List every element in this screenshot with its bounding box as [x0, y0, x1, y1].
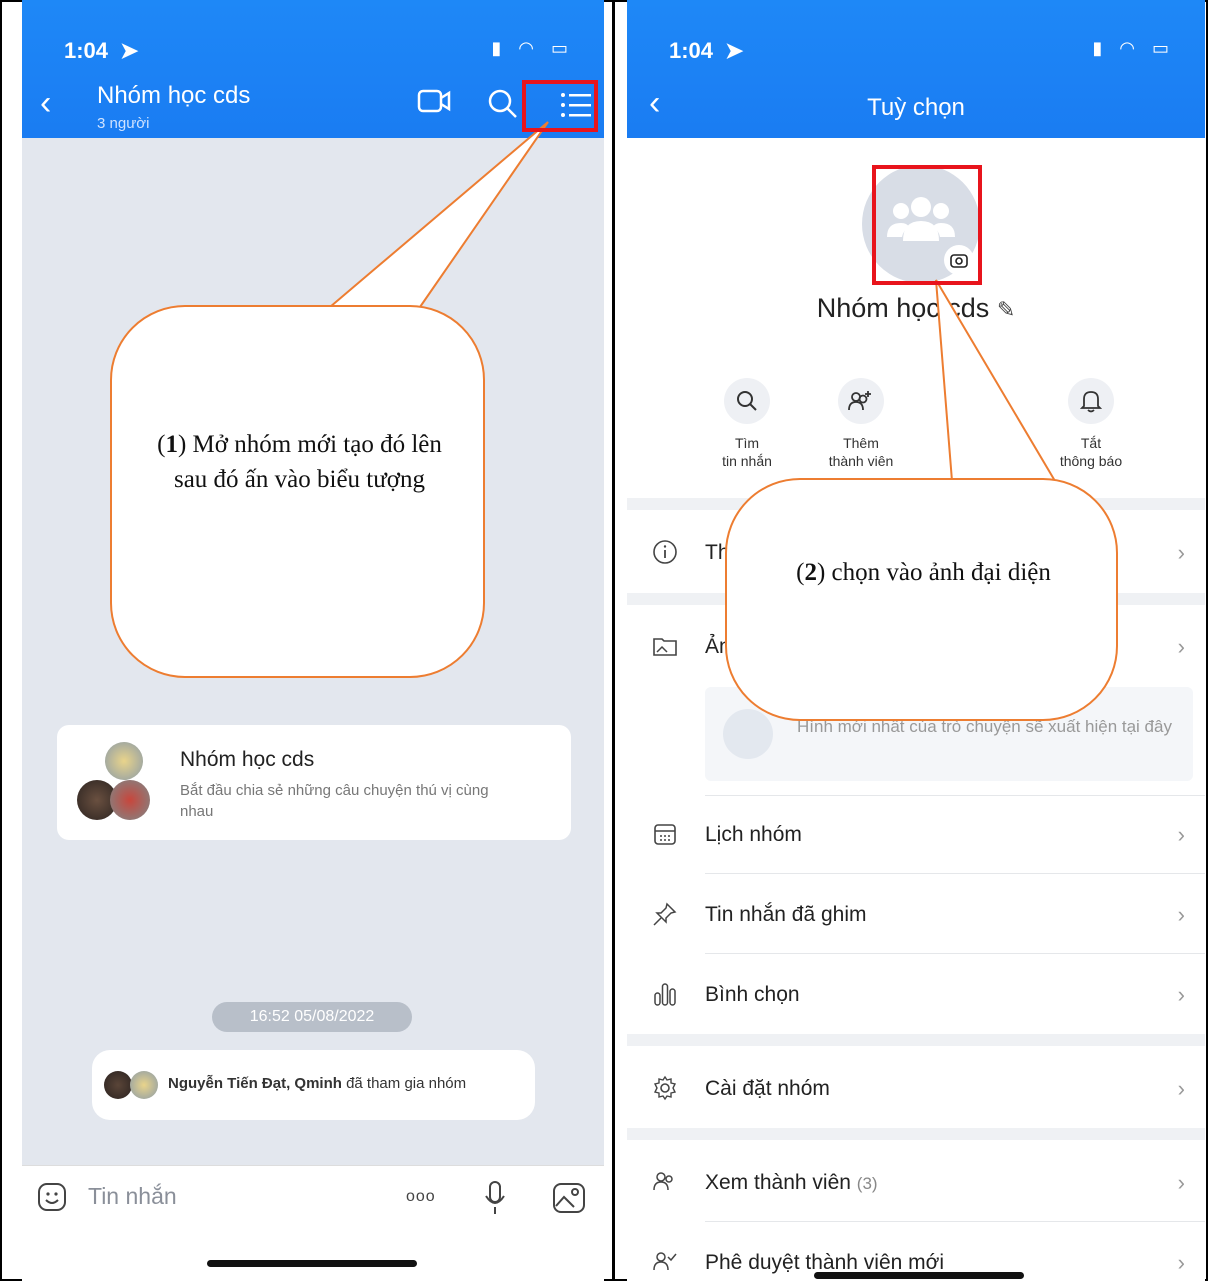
options-title: Tuỳ chọn — [867, 94, 965, 121]
status-icons: ▮ ◠ ▭ — [491, 38, 574, 58]
row-label: Cài đặt nhóm — [705, 1077, 830, 1100]
member-avatar — [110, 780, 150, 820]
joined-suffix: đã tham gia nhóm — [341, 1075, 467, 1092]
member-avatar — [105, 742, 143, 780]
chevron-right-icon: › — [1177, 1170, 1185, 1195]
member-avatar — [130, 1071, 158, 1099]
poll-icon — [654, 983, 676, 1006]
home-indicator — [207, 1260, 417, 1267]
group-description: Bắt đầu chia sẻ những câu chuyện thú vị … — [180, 782, 489, 820]
approve-member-icon — [653, 1252, 677, 1271]
action-label: Tìm — [734, 435, 760, 451]
home-indicator — [814, 1272, 1024, 1279]
location-icon: ➤ — [725, 38, 744, 63]
message-input[interactable]: Tin nhắn — [88, 1183, 177, 1210]
section-gap — [627, 1034, 1205, 1046]
row-group-settings[interactable]: Cài đặt nhóm › — [627, 1050, 1205, 1128]
member-avatar — [104, 1071, 132, 1099]
microphone-icon[interactable] — [484, 1180, 506, 1216]
callout-text: ) Mở nhóm mới tạo đó lên sau đó ấn vào b… — [173, 431, 442, 493]
chevron-right-icon: › — [1177, 1250, 1185, 1275]
group-intro-card: Nhóm học cds Bắt đầu chia sẻ những câu c… — [57, 725, 571, 840]
group-name: Nhóm học cds — [816, 293, 990, 323]
bell-icon — [1080, 391, 1102, 413]
row-label: Xem thành viên — [705, 1171, 851, 1194]
chevron-right-icon: › — [1177, 982, 1185, 1007]
action-add-member[interactable]: Thêm thành viên — [811, 378, 911, 470]
options-header: 1:04 ➤ ▮ ◠ ▭ ‹ Tuỳ chọn — [627, 0, 1205, 138]
back-button[interactable]: ‹ — [40, 86, 51, 120]
callout-step-1: (1) Mở nhóm mới tạo đó lên sau đó ấn vào… — [110, 305, 485, 678]
group-name: Nhóm học cds — [180, 748, 315, 771]
action-label: thành viên — [828, 453, 894, 469]
members-icon — [653, 1172, 673, 1191]
chevron-right-icon: › — [1177, 540, 1185, 565]
image-icon[interactable] — [552, 1182, 586, 1214]
row-calendar[interactable]: Lịch nhóm › — [627, 796, 1205, 874]
chat-subtitle: 3 người — [97, 115, 150, 132]
step-number: 2 — [804, 559, 817, 586]
row-pinned[interactable]: Tin nhắn đã ghim › — [627, 876, 1205, 954]
action-label: thông báo — [1059, 453, 1123, 469]
more-icon[interactable]: ooo — [406, 1188, 436, 1206]
calendar-icon — [654, 824, 676, 845]
section-gap — [627, 1128, 1205, 1140]
add-member-icon — [848, 391, 871, 411]
chat-title: Nhóm học cds — [97, 82, 251, 109]
edit-icon[interactable]: ✎ — [997, 297, 1015, 322]
member-count: (3) — [856, 1174, 878, 1193]
action-search-messages[interactable]: Tìm tin nhắn — [697, 378, 797, 470]
row-label: Lịch nhóm — [705, 823, 802, 846]
status-time: 1:04 — [669, 38, 714, 63]
cloud-icon — [723, 709, 773, 759]
row-poll[interactable]: Bình chọn › — [627, 956, 1205, 1034]
action-label: Tắt — [1080, 435, 1102, 451]
folder-icon — [653, 638, 677, 656]
search-icon[interactable] — [487, 88, 519, 118]
join-notice: Nguyễn Tiến Đạt, Qminh đã tham gia nhóm — [92, 1050, 535, 1120]
chevron-right-icon: › — [1177, 1076, 1185, 1101]
search-icon — [737, 391, 757, 411]
chevron-right-icon: › — [1177, 902, 1185, 927]
status-time: 1:04 — [64, 38, 109, 63]
step-number: 1 — [165, 431, 178, 458]
row-label: Bình chọn — [705, 983, 800, 1006]
joined-names: Nguyễn Tiến Đạt, Qminh — [168, 1075, 342, 1092]
date-pill: 16:52 05/08/2022 — [212, 1002, 412, 1032]
chevron-right-icon: › — [1177, 634, 1185, 659]
chat-header: 1:04 ➤ ▮ ◠ ▭ ‹ Nhóm học cds 3 người — [22, 0, 604, 138]
gear-icon — [653, 1075, 677, 1101]
emoji-icon[interactable] — [37, 1182, 67, 1212]
row-label: Tin nhắn đã ghim — [705, 903, 867, 926]
action-label: Thêm — [843, 435, 879, 451]
chevron-right-icon: › — [1177, 822, 1185, 847]
status-icons: ▮ ◠ ▭ — [1092, 38, 1175, 58]
callout-text: ) chọn vào ảnh đại diện — [816, 559, 1051, 586]
row-view-members[interactable]: Xem thành viên (3) › — [627, 1144, 1205, 1222]
location-icon: ➤ — [120, 38, 139, 63]
video-call-icon[interactable] — [417, 88, 451, 116]
divider — [612, 0, 615, 1281]
callout-step-2: (2) chọn vào ảnh đại diện — [725, 478, 1118, 721]
info-icon — [653, 540, 677, 564]
highlight-menu-icon — [522, 80, 598, 132]
action-label: tin nhắn — [722, 453, 772, 469]
highlight-avatar — [872, 165, 982, 285]
action-mute[interactable]: Tắt thông báo — [1041, 378, 1141, 470]
pin-icon — [653, 902, 677, 926]
